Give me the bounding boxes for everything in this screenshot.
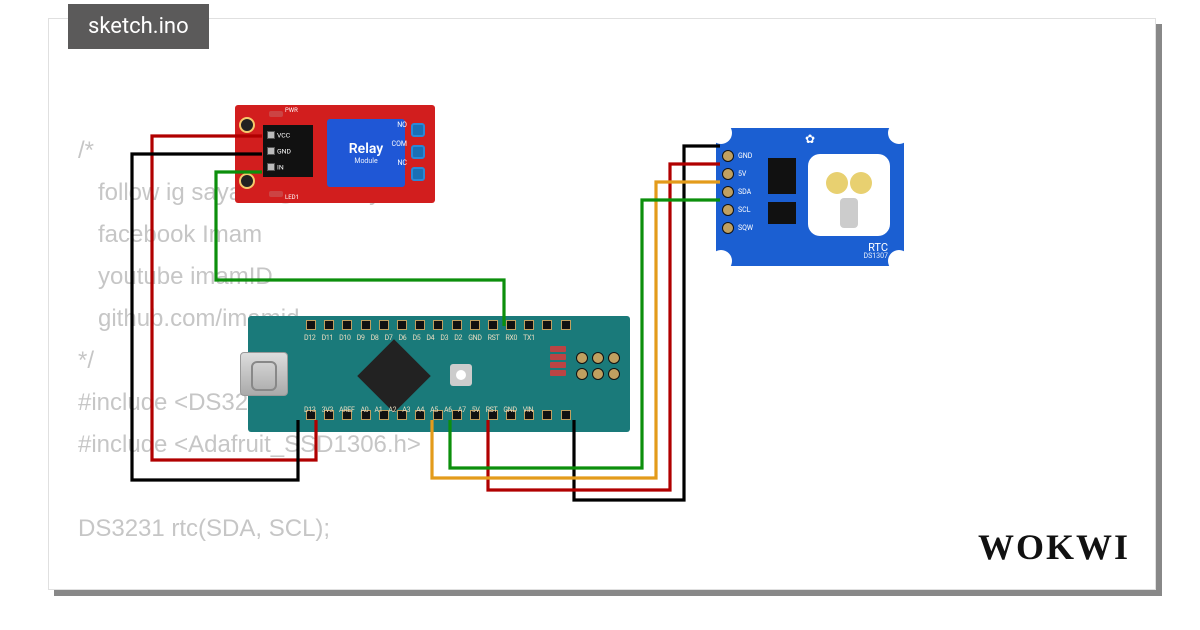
code-line: facebook Imam	[78, 221, 262, 248]
code-line: #include <Adafruit_SSD1306.h>	[78, 431, 421, 458]
code-line: follow ig saya di @imamsybkti	[78, 179, 418, 206]
file-tab-label: sketch.ino	[88, 14, 189, 39]
code-line: #include <DS3231.h>	[78, 389, 309, 416]
code-preview: /* follow ig saya di @imamsybkti faceboo…	[78, 88, 421, 550]
code-line: /*	[78, 137, 94, 164]
code-line: github.com/imamid	[78, 305, 299, 332]
wokwi-logo: WOKWI	[978, 526, 1130, 568]
code-line: */	[78, 347, 94, 374]
code-line: youtube imamID	[78, 263, 273, 290]
file-tab[interactable]: sketch.ino	[68, 4, 209, 49]
code-line: DS3231 rtc(SDA, SCL);	[78, 515, 330, 542]
